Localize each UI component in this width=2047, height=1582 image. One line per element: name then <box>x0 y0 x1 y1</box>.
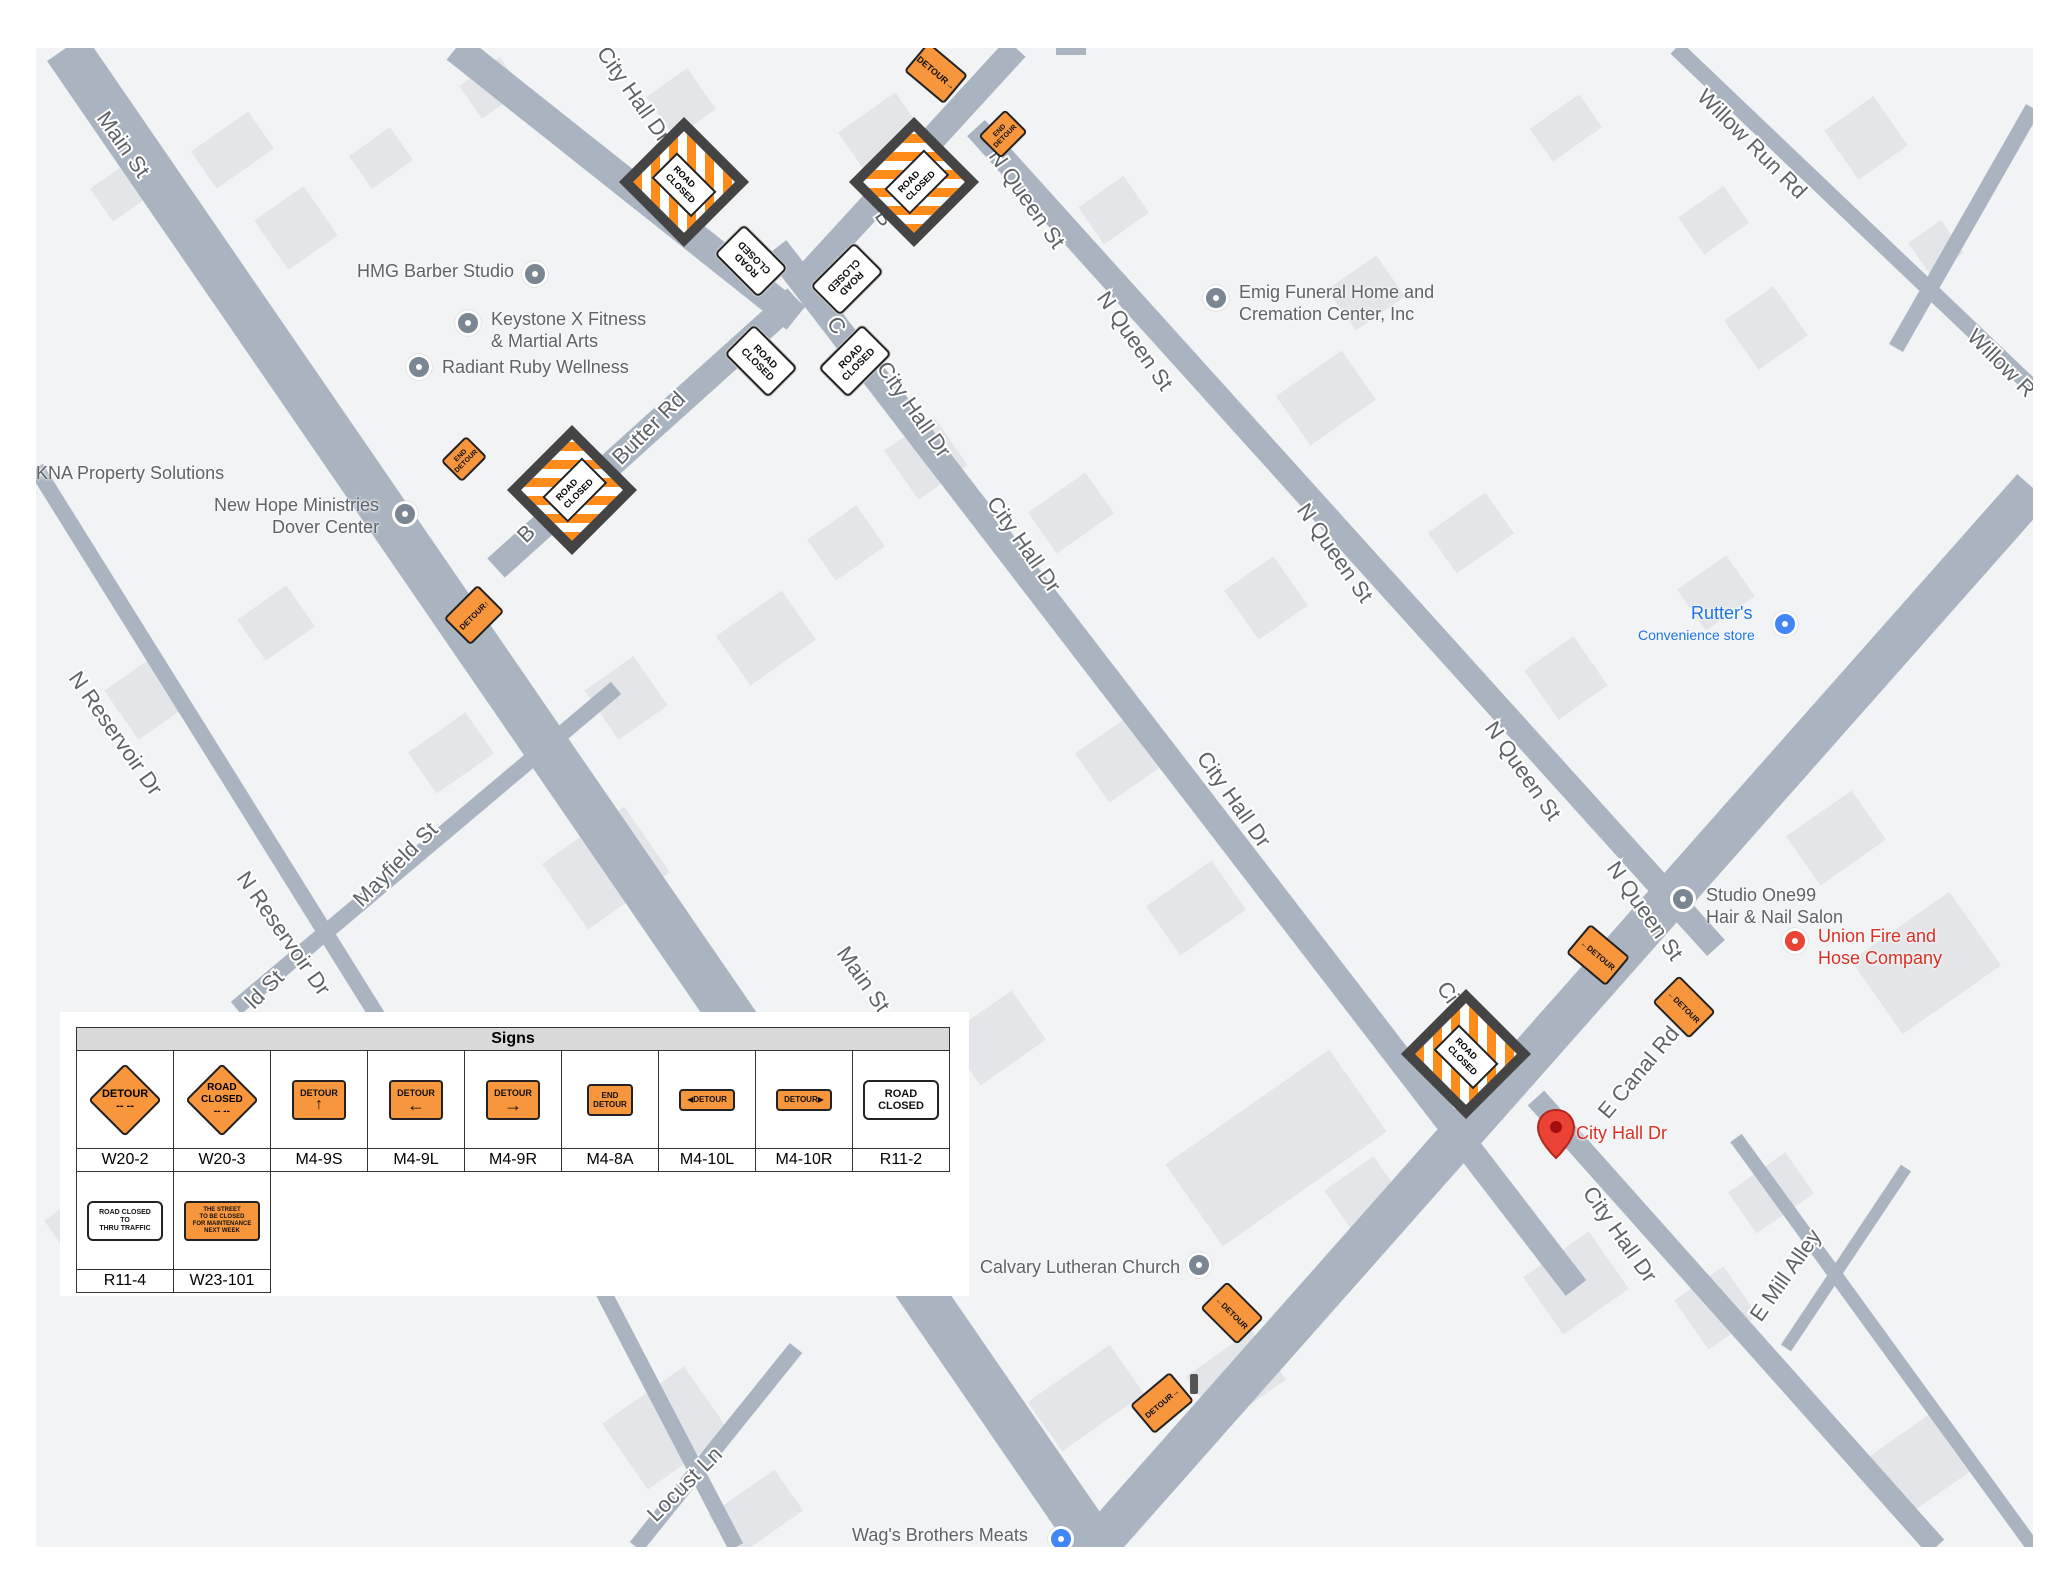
legend-empty <box>271 1172 950 1270</box>
legend-code: M4-9R <box>464 1148 562 1172</box>
legend-cell: ◀ DETOUR <box>658 1050 756 1149</box>
m4-9l-sign: DETOUR ← <box>389 1079 443 1120</box>
poi-keystone-fitness[interactable]: Keystone X Fitness & Martial Arts <box>491 308 646 352</box>
poi-radiant-ruby[interactable]: Radiant Ruby Wellness <box>442 356 629 378</box>
poi-calvary-lutheran[interactable]: Calvary Lutheran Church <box>980 1256 1180 1278</box>
detour-label: DETOUR <box>1585 943 1617 972</box>
legend-cell: ROAD CLOSED -- -- <box>173 1050 271 1149</box>
poi-wags-brothers[interactable]: Wag's Brothers Meats <box>852 1524 1028 1546</box>
sign-text: DETOUR <box>693 1095 727 1104</box>
road-label: N Queen St <box>984 145 1070 254</box>
m4-10l-sign: ◀ DETOUR <box>679 1088 735 1111</box>
arrow-up-icon: ↑ <box>315 1095 323 1113</box>
place-pin-icon[interactable] <box>392 501 418 527</box>
legend-code: M4-9S <box>270 1148 368 1172</box>
shopping-icon[interactable] <box>1048 1526 1074 1547</box>
m4-8a-sign: END DETOUR <box>587 1083 633 1116</box>
detour-label: DETOUR <box>457 601 488 632</box>
road-closed-sign: ROAD CLOSED <box>1433 1024 1499 1090</box>
map-canvas[interactable]: Main St Main St City Hall Dr City Hall D… <box>36 48 2033 1547</box>
place-pin-icon[interactable] <box>1203 285 1229 311</box>
convenience-store-icon[interactable] <box>1772 611 1798 637</box>
legend-code: R11-4 <box>76 1269 174 1293</box>
legend-code: R11-2 <box>852 1148 950 1172</box>
road-label: Mayfield St <box>348 817 443 912</box>
legend-code: M4-8A <box>561 1148 659 1172</box>
r11-4-sign: ROAD CLOSED TO THRU TRAFFIC <box>87 1200 163 1241</box>
legend-code: M4-10R <box>755 1148 853 1172</box>
legend-title: Signs <box>76 1027 950 1051</box>
road-closed-sign: ROAD CLOSED <box>542 457 608 523</box>
legend-code: W20-2 <box>76 1148 174 1172</box>
r11-2-sign: ROAD CLOSED <box>863 1079 939 1120</box>
legend-cell: END DETOUR <box>561 1050 659 1149</box>
legend-cell: ROAD CLOSED TO THRU TRAFFIC <box>76 1171 174 1270</box>
m4-9s-sign: DETOUR ↑ <box>292 1079 346 1120</box>
legend-cell: DETOUR ▶ <box>755 1050 853 1149</box>
road-label: Main St <box>832 942 895 1017</box>
poi-emig-funeral[interactable]: Emig Funeral Home and Cremation Center, … <box>1239 281 1434 325</box>
road-label: E Canal Rd <box>1593 1021 1684 1123</box>
road-closed-sign: ROAD CLOSED <box>651 152 717 218</box>
place-pin-icon[interactable] <box>522 261 548 287</box>
legend-code: W23-101 <box>173 1269 271 1293</box>
w20-2-sign: DETOUR -- -- <box>88 1062 162 1137</box>
road-closed-sign: ROAD CLOSED <box>884 149 950 215</box>
legend-code: M4-9L <box>367 1148 465 1172</box>
arrow-right-icon: ▶ <box>817 1095 824 1104</box>
arrow-left-icon: ← <box>407 1094 425 1115</box>
detour-label: DETOUR <box>1143 1391 1175 1420</box>
legend-cell: DETOUR ↑ <box>270 1050 368 1149</box>
poi-rutters[interactable]: Rutter's <box>1691 602 1752 624</box>
m4-9r-sign: DETOUR → <box>486 1079 540 1120</box>
legend-table: Signs DETOUR -- -- ROAD CLOSED -- -- DET… <box>76 1027 950 1293</box>
place-pin-icon[interactable] <box>1670 886 1696 912</box>
poi-rutters-sub: Convenience store <box>1638 627 1755 643</box>
poi-hmg-barber[interactable]: HMG Barber Studio <box>357 260 514 282</box>
legend-cell: ROAD CLOSED <box>852 1050 950 1149</box>
arrow-right-icon: → <box>504 1094 522 1115</box>
place-pin-icon[interactable] <box>406 354 432 380</box>
sign-text: ROAD CLOSED -- -- <box>201 1081 243 1117</box>
poi-new-hope[interactable]: New Hope Ministries Dover Center <box>214 494 379 538</box>
detour-label: DETOUR <box>1219 1300 1250 1331</box>
detour-label: DETOUR <box>1671 994 1702 1025</box>
road-label: Butter Rd <box>607 386 690 469</box>
legend-empty <box>271 1270 950 1293</box>
poi-union-fire[interactable]: Union Fire and Hose Company <box>1818 925 1942 969</box>
m4-10r-sign: DETOUR ▶ <box>776 1088 832 1111</box>
red-marker-icon[interactable] <box>1536 1108 1576 1160</box>
sign-text: DETOUR <box>784 1095 818 1104</box>
w20-3-sign: ROAD CLOSED -- -- <box>185 1062 259 1137</box>
legend-cell: THE STREET TO BE CLOSED FOR MAINTENANCE … <box>173 1171 271 1270</box>
poi-city-hall-dr[interactable]: City Hall Dr <box>1576 1122 1667 1144</box>
traffic-light-icon <box>1190 1374 1198 1394</box>
buildings <box>44 57 2001 1547</box>
map-roads-layer: Main St Main St City Hall Dr City Hall D… <box>36 48 2033 1547</box>
legend-cell: DETOUR ← <box>367 1050 465 1149</box>
legend-cell: DETOUR → <box>464 1050 562 1149</box>
place-pin-icon[interactable] <box>455 310 481 336</box>
sign-text: DETOUR -- -- <box>101 1087 149 1112</box>
road-label: Willow Run Rd <box>1692 84 1812 204</box>
road-label: Willow R <box>1962 324 2033 402</box>
church-icon[interactable] <box>1186 1252 1212 1278</box>
poi-kna-property[interactable]: KNA Property Solutions <box>36 462 224 484</box>
legend-cell: DETOUR -- -- <box>76 1050 174 1149</box>
detour-label: DETOUR <box>914 54 951 87</box>
poi-studio-one99[interactable]: Studio One99 Hair & Nail Salon <box>1706 884 1843 928</box>
legend-code: W20-3 <box>173 1148 271 1172</box>
legend-code: M4-10L <box>658 1148 756 1172</box>
fire-station-icon[interactable] <box>1782 928 1808 954</box>
w23-101-sign: THE STREET TO BE CLOSED FOR MAINTENANCE … <box>184 1200 260 1241</box>
signs-legend: Signs DETOUR -- -- ROAD CLOSED -- -- DET… <box>60 1012 969 1296</box>
